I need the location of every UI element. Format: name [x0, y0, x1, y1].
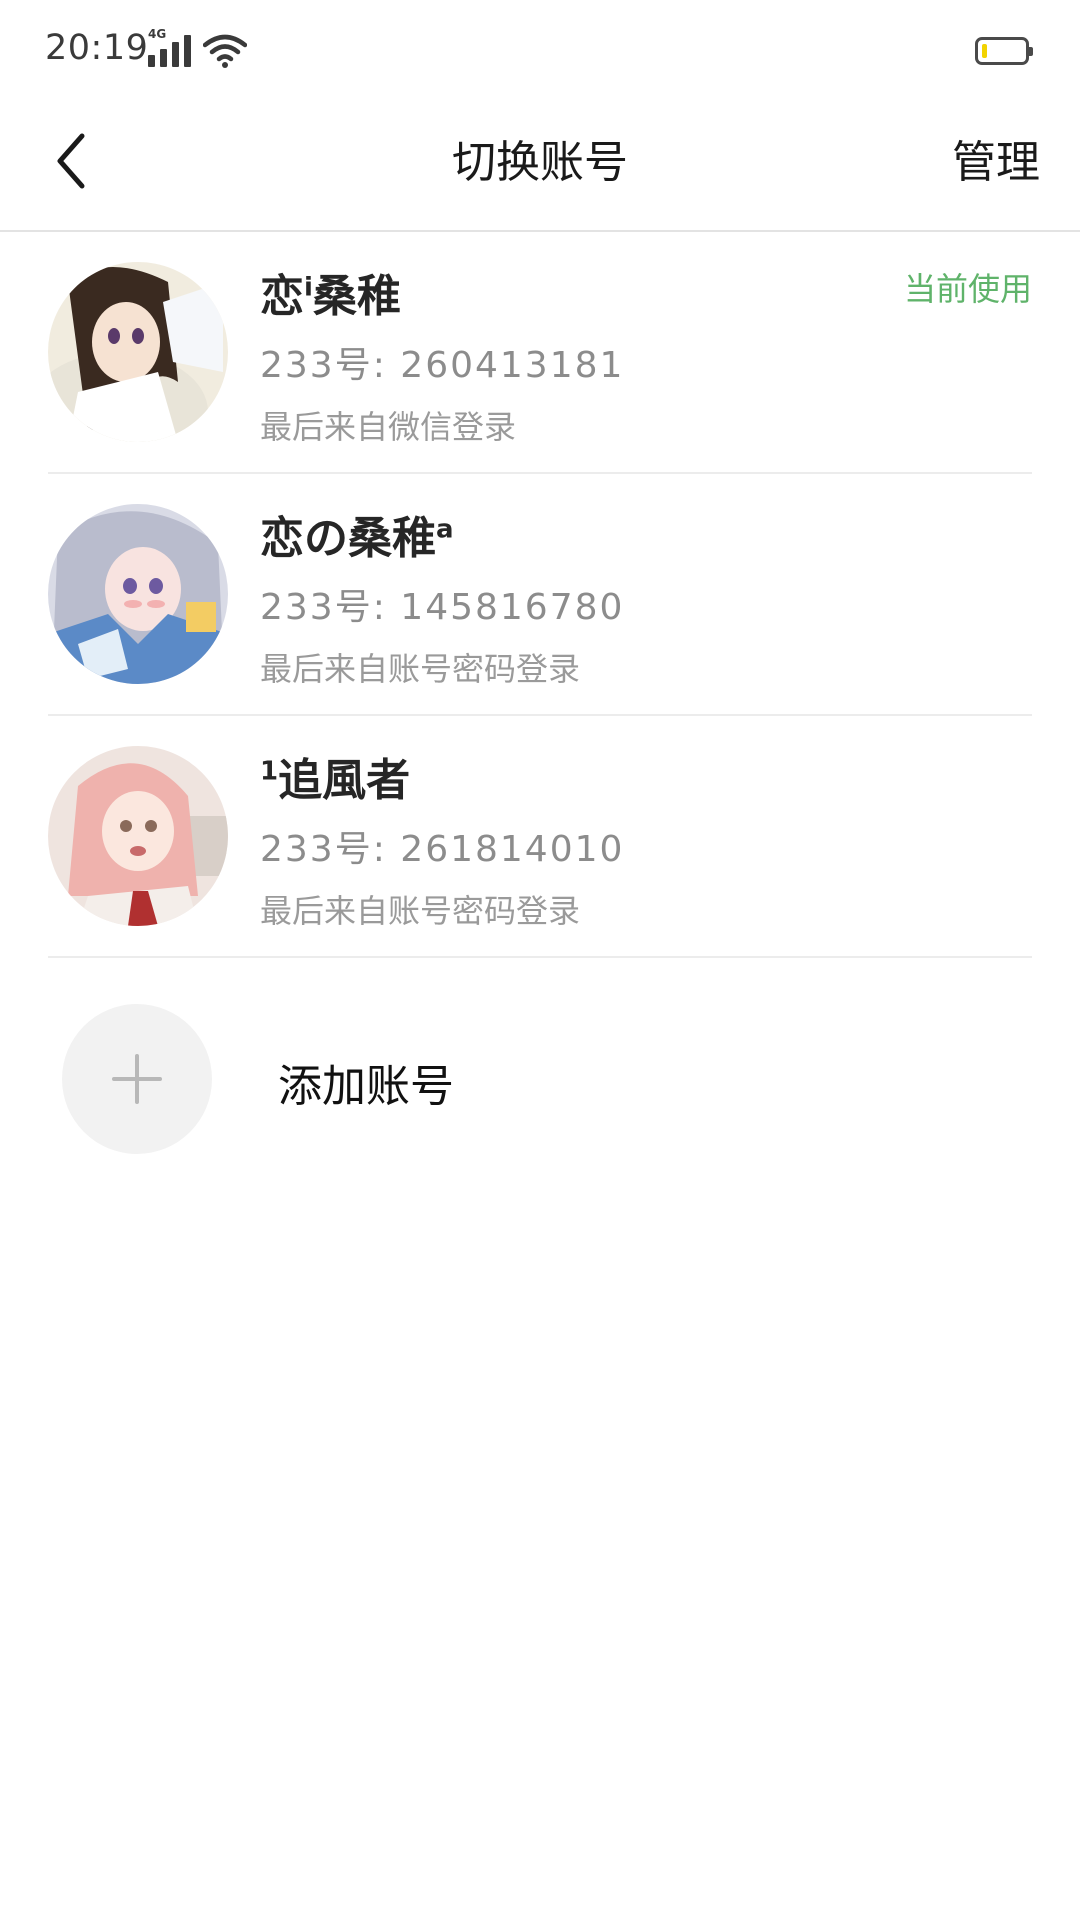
battery-level: [982, 44, 987, 58]
account-list: 恋i桑稚 233号: 260413181 最后来自微信登录 当前使用 恋の桑稚a…: [0, 232, 1080, 958]
account-id: 233号: 145816780: [260, 587, 625, 628]
add-account-button[interactable]: 添加账号: [0, 990, 1080, 1170]
account-item[interactable]: 1追風者 233号: 261814010 最后来自账号密码登录: [0, 716, 1080, 958]
account-name: 恋の桑稚a: [260, 513, 454, 564]
login-method: 最后来自账号密码登录: [260, 892, 581, 930]
account-id: 233号: 260413181: [260, 345, 625, 386]
avatar: [48, 504, 228, 684]
account-name: 1追風者: [260, 755, 411, 806]
login-method: 最后来自微信登录: [260, 408, 517, 446]
avatar: [48, 262, 228, 442]
battery-icon: [975, 37, 1033, 65]
plus-icon: [112, 1054, 162, 1104]
current-account-badge: 当前使用: [903, 270, 1032, 308]
manage-button[interactable]: 管理: [952, 126, 1040, 190]
header-bar: 切换账号 管理: [0, 104, 1080, 232]
account-id: 233号: 261814010: [260, 829, 625, 870]
wifi-icon: [203, 34, 247, 68]
status-time: 20:19: [45, 28, 149, 68]
signal-icon: 4G: [148, 27, 192, 67]
login-method: 最后来自账号密码登录: [260, 650, 581, 688]
account-item[interactable]: 恋の桑稚a 233号: 145816780 最后来自账号密码登录: [0, 474, 1080, 716]
avatar: [48, 746, 228, 926]
account-name: 恋i桑稚: [260, 271, 401, 322]
account-item[interactable]: 恋i桑稚 233号: 260413181 最后来自微信登录 当前使用: [0, 232, 1080, 474]
status-bar: 20:19 4G: [0, 0, 1080, 104]
page-title: 切换账号: [452, 137, 628, 188]
add-account-label: 添加账号: [278, 1061, 454, 1112]
add-account-circle: [62, 1004, 212, 1154]
divider: [48, 956, 1032, 958]
